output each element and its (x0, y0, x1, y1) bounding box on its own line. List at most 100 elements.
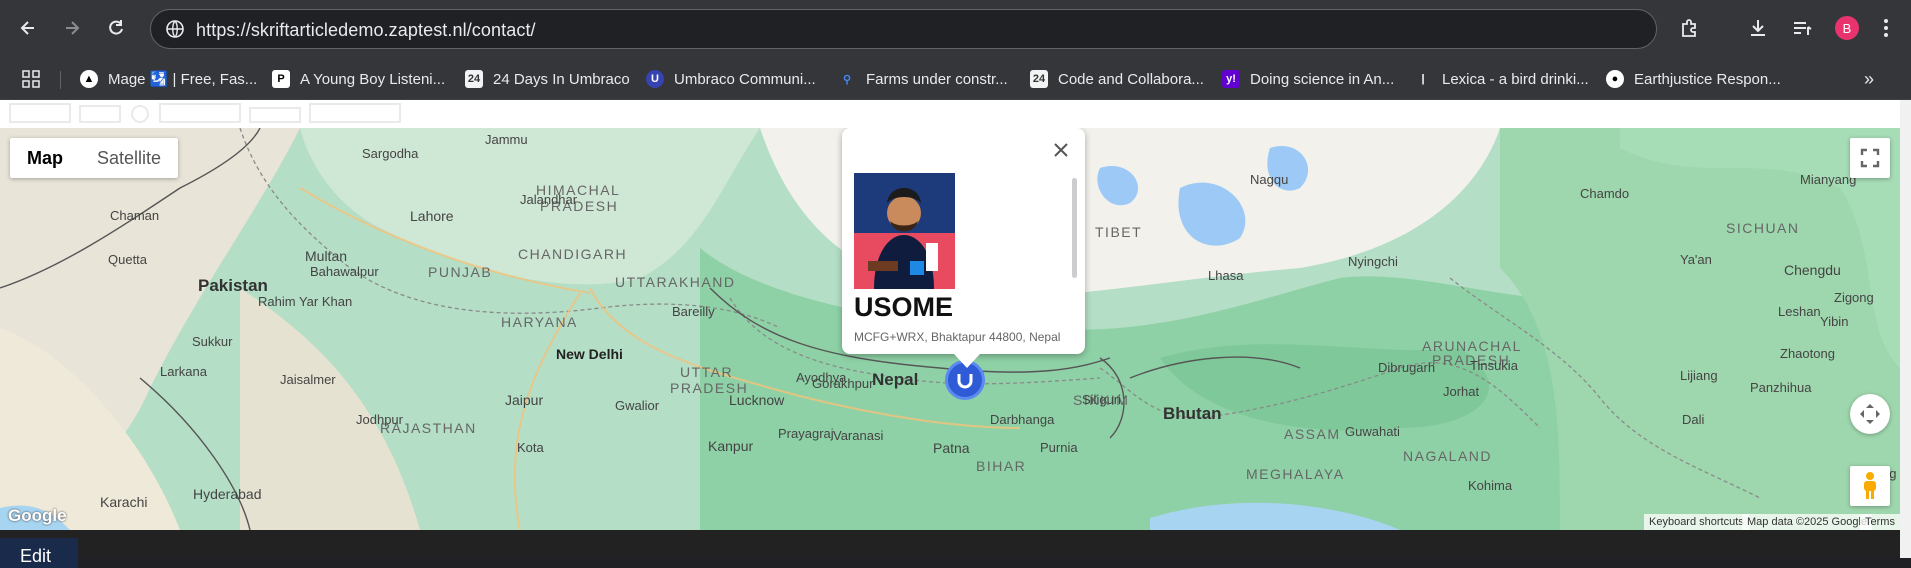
map-label: NAGALAND (1403, 448, 1493, 464)
map-label: BIHAR (976, 458, 1027, 474)
reload-icon (109, 20, 123, 35)
map-label: Kohima (1468, 478, 1513, 493)
map-label: Varanasi (833, 428, 884, 443)
map-label: Kanpur (708, 438, 754, 454)
bookmark-label: Earthjustice Respon... (1634, 70, 1781, 88)
barista-illustration (854, 173, 955, 289)
map-label: Chamdo (1580, 186, 1630, 201)
map-label: UTTAR (680, 364, 734, 380)
fullscreen-button[interactable] (1850, 138, 1890, 178)
map-type-satellite-button[interactable]: Satellite (80, 138, 178, 178)
map-label: Jorhat (1443, 384, 1480, 399)
earthjustice-favicon-icon: ● (1606, 70, 1624, 88)
map-label: Pakistan (198, 276, 268, 295)
street-view-pegman[interactable] (1850, 466, 1890, 506)
map-label: Dibrugarh (1378, 360, 1436, 375)
search-favicon-icon: ⚲ (842, 73, 852, 86)
bookmark-label: Lexica - a bird drinki... (1442, 70, 1589, 88)
bookmark-item[interactable]: 24 Code and Collabora... (1030, 65, 1204, 93)
google-map[interactable]: Map Satellite Pakistan Nepal Bhutan TIBE… (0, 128, 1900, 530)
bookmarks-divider (60, 71, 61, 89)
map-label: New Delhi (556, 346, 623, 362)
bookmark-item[interactable]: P A Young Boy Listeni... (272, 65, 445, 93)
forward-button[interactable] (56, 12, 88, 44)
downloads-button[interactable] (1744, 14, 1772, 42)
map-label: Nagqu (1250, 172, 1289, 187)
info-window-scrollbar[interactable] (1072, 178, 1077, 278)
playlist-icon (1794, 22, 1812, 35)
map-label: Ayodhya (796, 370, 847, 385)
map-label: MEGHALAYA (1246, 466, 1345, 482)
map-label: Jodhpur (356, 412, 403, 427)
media-controls-button[interactable] (1788, 14, 1816, 42)
bookmark-item[interactable]: ⚲ Farms under constr... (838, 65, 1008, 93)
bookmark-item[interactable]: | Lexica - a bird drinki... (1414, 65, 1589, 93)
download-icon (1751, 20, 1765, 36)
header-strip (0, 100, 1900, 128)
extensions-button[interactable] (1676, 14, 1704, 42)
bookmark-item[interactable]: y! Doing science in An... (1222, 65, 1394, 93)
kebab-menu-icon (1884, 19, 1888, 37)
google-logo[interactable]: Google (8, 506, 67, 526)
bookmark-label: Umbraco Communi... (674, 70, 816, 88)
bookmark-label: A Young Boy Listeni... (300, 70, 446, 88)
map-label: Ya'an (1680, 252, 1712, 267)
map-label: Bahawalpur (310, 264, 379, 279)
map-label: Jaipur (505, 392, 544, 408)
location-image (854, 173, 955, 289)
more-bookmarks-button[interactable]: » (1864, 65, 1874, 93)
address-bar[interactable]: https://skriftarticledemo.zaptest.nl/con… (150, 9, 1657, 49)
site-info-icon[interactable] (165, 19, 185, 39)
map-label: Hyderabad (193, 486, 262, 502)
map-label: Karachi (100, 494, 148, 510)
bookmark-item[interactable]: ▲ Mage 🛂 | Free, Fas... (80, 65, 257, 93)
map-label: Lijiang (1680, 368, 1718, 383)
map-label: Prayagraj (778, 426, 834, 441)
map-label: Bareilly (672, 304, 715, 319)
map-label: Jammu (485, 132, 528, 147)
map-label: Panzhihua (1750, 380, 1812, 395)
bookmark-item[interactable]: U Umbraco Communi... (646, 65, 816, 93)
map-type-map-button[interactable]: Map (10, 138, 80, 178)
bookmark-label: Farms under constr... (866, 70, 1008, 88)
map-label: Sukkur (192, 334, 233, 349)
pan-arrows-icon (1860, 404, 1880, 424)
browser-menu-button[interactable] (1872, 14, 1900, 42)
calendar-favicon-icon: 24 (1030, 70, 1048, 88)
chevron-double-right-icon: » (1864, 68, 1875, 89)
map-label: Tinsukia (1470, 358, 1518, 373)
info-window-close-button[interactable] (1045, 134, 1077, 166)
calendar-favicon-icon: 24 (465, 70, 483, 88)
bookmark-item[interactable]: 24 24 Days In Umbraco (465, 65, 630, 93)
map-label: Bhutan (1163, 404, 1222, 423)
map-label: Gwalior (615, 398, 660, 413)
map-label: Lhasa (1208, 268, 1244, 283)
page-scrollbar[interactable] (1900, 100, 1911, 558)
apps-button[interactable] (22, 65, 40, 93)
map-label: UTTARAKHAND (615, 274, 736, 290)
map-label: Zhaotong (1780, 346, 1835, 361)
location-title: USOME (854, 292, 954, 322)
yahoo-favicon-icon: y! (1222, 70, 1240, 88)
back-button[interactable] (12, 12, 44, 44)
reload-button[interactable] (100, 12, 132, 44)
keyboard-shortcuts-link[interactable]: Keyboard shortcuts (1644, 514, 1749, 530)
map-label: Jaisalmer (280, 372, 336, 387)
map-label: HARYANA (501, 314, 578, 330)
profile-avatar[interactable]: B (1835, 16, 1859, 40)
bookmark-label: Mage 🛂 | Free, Fas... (108, 71, 258, 88)
map-label: Leshan (1778, 304, 1821, 319)
camera-control-button[interactable] (1850, 394, 1890, 434)
bookmark-label: 24 Days In Umbraco (493, 70, 630, 88)
puzzle-icon (1682, 19, 1696, 37)
map-label: Zigong (1834, 290, 1874, 305)
terms-link[interactable]: Terms (1860, 514, 1900, 530)
map-label: Lahore (410, 208, 454, 224)
map-label: Chengdu (1784, 262, 1841, 278)
edit-button[interactable]: Edit (0, 538, 78, 568)
close-icon (1054, 143, 1068, 157)
map-label: Lucknow (729, 392, 785, 408)
web-page: Map Satellite Pakistan Nepal Bhutan TIBE… (0, 100, 1900, 568)
bookmark-item[interactable]: ● Earthjustice Respon... (1606, 65, 1781, 93)
bookmarks-bar: ▲ Mage 🛂 | Free, Fas... P A Young Boy List… (0, 58, 1911, 100)
